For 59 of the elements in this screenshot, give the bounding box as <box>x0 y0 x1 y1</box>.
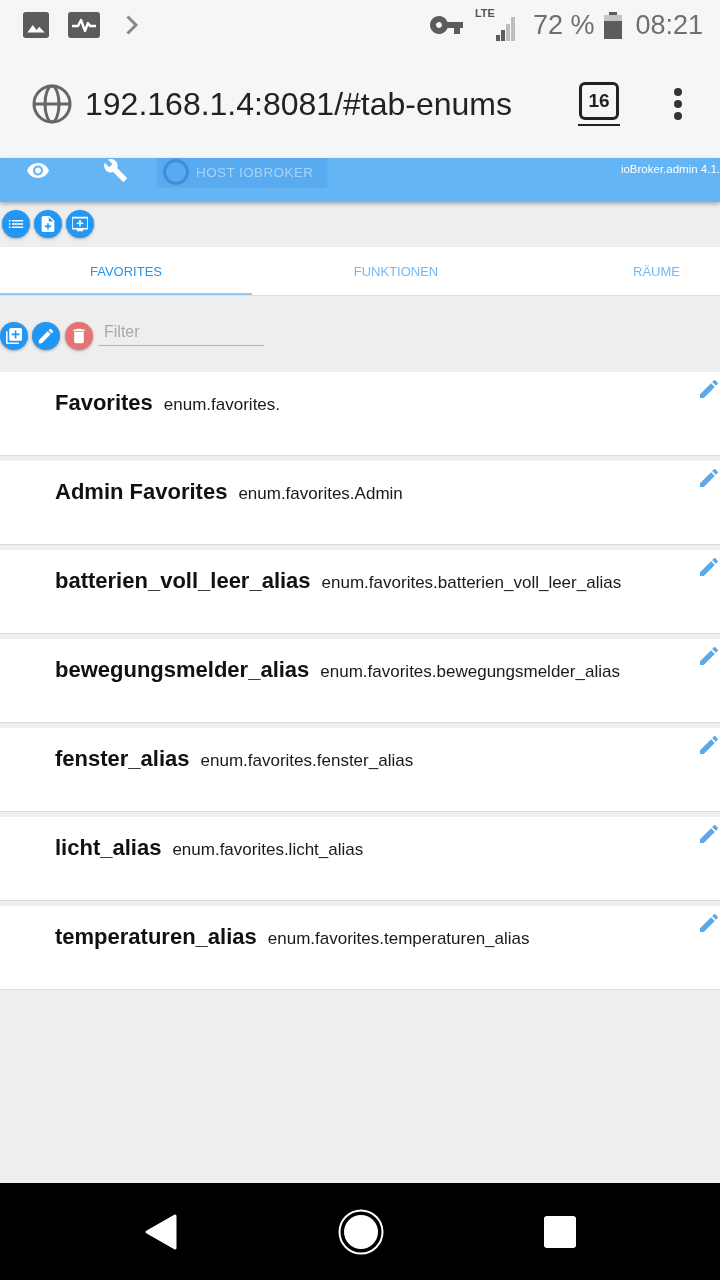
enum-row[interactable]: batterien_voll_leer_alias enum.favorites.batterien_voll_leer_alias <box>0 550 720 634</box>
delete-button[interactable] <box>65 321 93 350</box>
wrench-icon[interactable] <box>104 159 127 182</box>
activity-icon <box>68 12 100 38</box>
eye-icon[interactable] <box>27 163 49 178</box>
copy-plus-icon <box>6 327 22 344</box>
file-plus-icon <box>40 216 56 232</box>
pencil-icon[interactable] <box>700 558 718 576</box>
enum-row[interactable]: licht_alias enum.favorites.licht_alias <box>0 817 720 901</box>
signal-icon <box>495 15 516 41</box>
pencil-icon[interactable] <box>700 380 718 398</box>
pencil-icon <box>38 327 54 344</box>
image-icon <box>23 12 49 38</box>
enum-name: Favorites <box>55 390 153 416</box>
home-icon[interactable] <box>338 1208 384 1255</box>
new-file-button[interactable] <box>34 210 62 238</box>
ring-icon <box>163 159 189 185</box>
enum-row[interactable]: fenster_alias enum.favorites.fenster_alias <box>0 728 720 812</box>
network-type: LTE <box>474 8 495 19</box>
enum-id: enum.favorites.licht_alias <box>172 840 364 860</box>
key-icon <box>429 16 463 34</box>
trash-icon <box>71 327 87 344</box>
pencil-icon[interactable] <box>700 469 718 487</box>
enum-name: batterien_voll_leer_alias <box>55 568 311 594</box>
chevron-icon <box>125 14 139 36</box>
pencil-icon[interactable] <box>700 736 718 754</box>
back-icon[interactable] <box>144 1212 178 1251</box>
recents-icon[interactable] <box>544 1215 576 1248</box>
pencil-icon[interactable] <box>700 825 718 843</box>
enum-id: enum.favorites.bewegungsmelder_alias <box>320 662 620 682</box>
enum-name: bewegungsmelder_alias <box>55 657 310 683</box>
enum-id: enum.favorites.Admin <box>238 484 403 504</box>
enum-id: enum.favorites.fenster_alias <box>200 751 414 771</box>
enum-id: enum.favorites.batterien_voll_leer_alias <box>321 573 622 593</box>
enum-row[interactable]: Admin Favorites enum.favorites.Admin <box>0 461 720 545</box>
enum-row[interactable]: Favorites enum.favorites. <box>0 372 720 456</box>
monitor-plus-button[interactable] <box>66 210 94 238</box>
add-button[interactable] <box>0 321 28 350</box>
battery-percentage: 72 % <box>532 9 595 41</box>
pencil-icon[interactable] <box>700 914 718 932</box>
enum-name: fenster_alias <box>55 746 190 772</box>
enum-id: enum.favorites. <box>163 395 281 415</box>
monitor-plus-icon <box>72 216 88 232</box>
enum-name: Admin Favorites <box>55 479 228 505</box>
enum-name: licht_alias <box>55 835 162 861</box>
list-button[interactable] <box>2 210 30 238</box>
edit-button[interactable] <box>32 321 60 350</box>
pencil-icon[interactable] <box>700 647 718 665</box>
clock: 08:21 <box>635 9 703 41</box>
address-bar[interactable]: 192.168.1.4:8081/#tab-enums <box>85 81 512 127</box>
battery-icon <box>604 11 623 39</box>
enum-row[interactable]: bewegungsmelder_alias enum.favorites.bewegungsmelder_alias <box>0 639 720 723</box>
filter-field[interactable]: Filter <box>98 319 264 346</box>
version-label: ioBroker.admin 4.1. <box>620 163 720 175</box>
globe-icon <box>32 84 72 124</box>
enum-name: temperaturen_alias <box>55 924 257 950</box>
enum-row[interactable]: temperaturen_alias enum.favorites.temperaturen_alias <box>0 906 720 990</box>
more-menu-icon[interactable] <box>674 88 682 120</box>
enum-id: enum.favorites.temperaturen_alias <box>267 929 530 949</box>
